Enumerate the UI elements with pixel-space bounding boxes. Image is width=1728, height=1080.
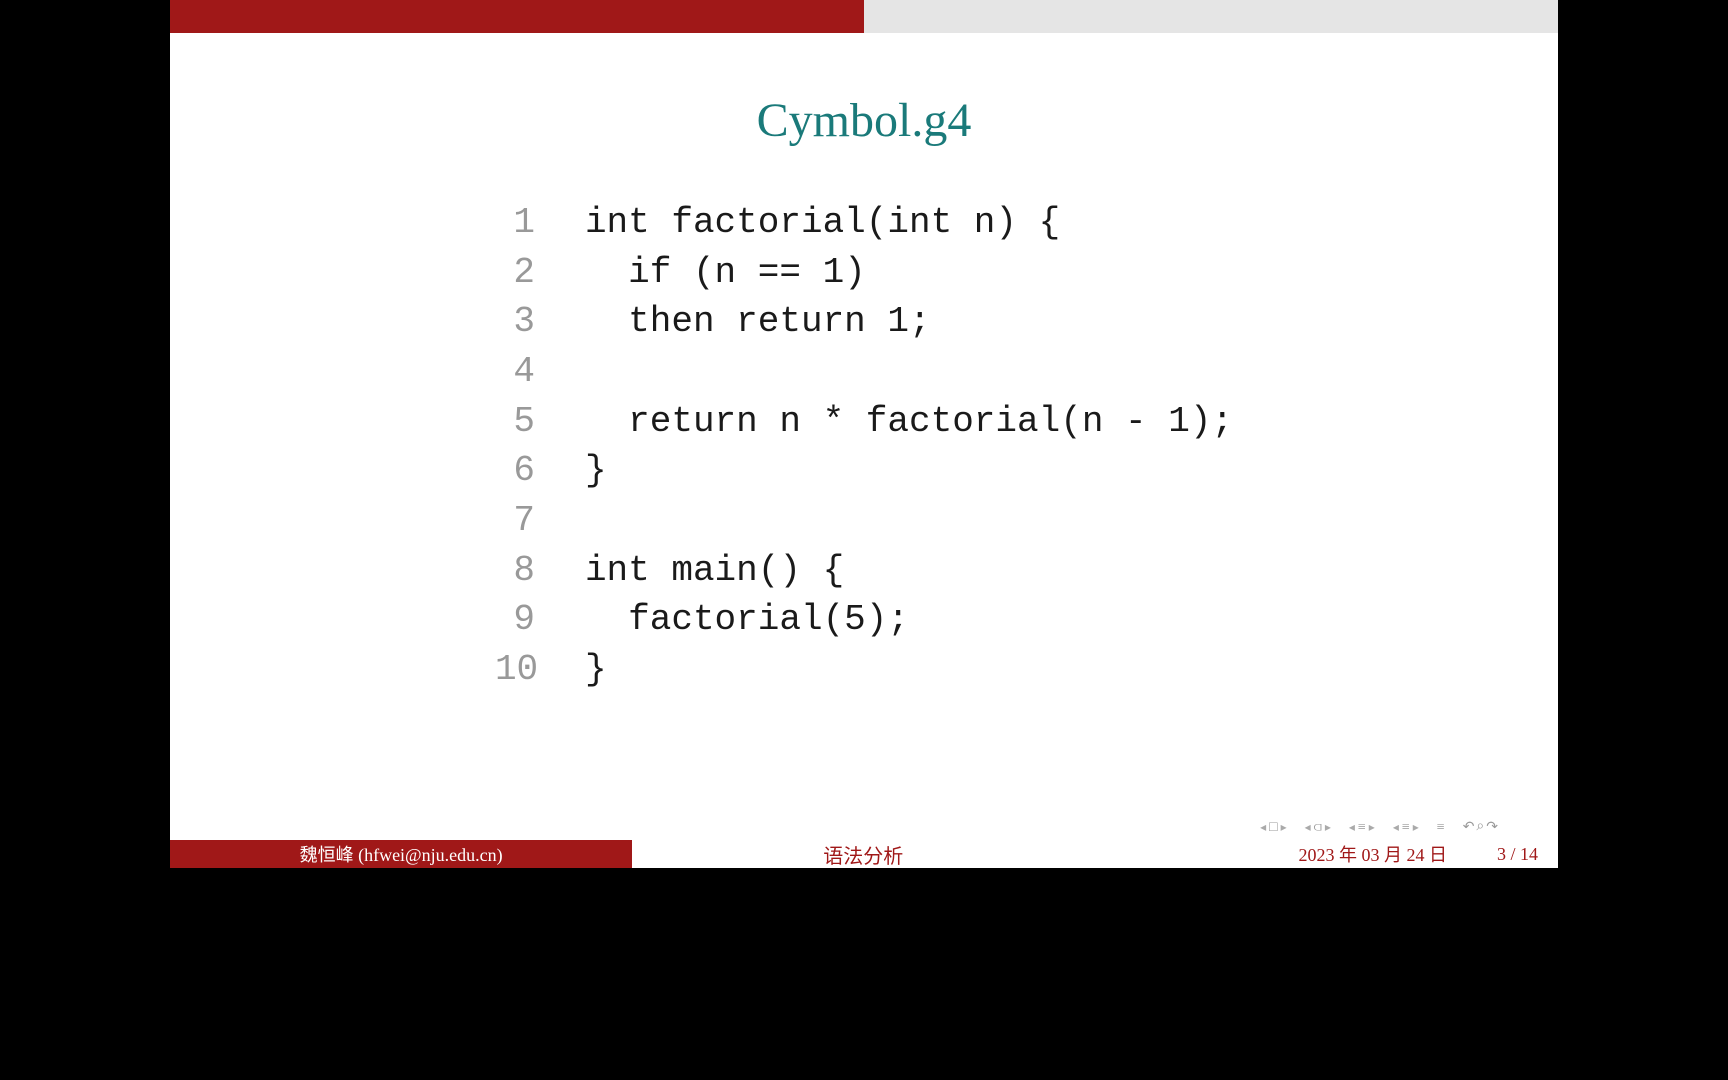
chevron-left-icon: ◂ xyxy=(1260,820,1266,835)
line-content: if (n == 1) xyxy=(585,248,866,298)
section-icon: ≡ xyxy=(1358,820,1366,836)
redo-icon: ↷ xyxy=(1486,819,1498,836)
line-content: int factorial(int n) { xyxy=(585,198,1060,248)
frame-icon: □ xyxy=(1269,820,1277,836)
chevron-left-icon: ◂ xyxy=(1393,820,1399,835)
chevron-right-icon: ▸ xyxy=(1369,820,1375,835)
line-number: 9 xyxy=(495,595,585,645)
line-content: factorial(5); xyxy=(585,595,909,645)
code-line: 2 if (n == 1) xyxy=(495,248,1233,298)
line-content: } xyxy=(585,645,607,695)
footer-bar: 魏恒峰 (hfwei@nju.edu.cn) 语法分析 2023 年 03 月 … xyxy=(170,840,1558,868)
top-progress-bar xyxy=(170,0,1558,33)
line-number: 10 xyxy=(495,645,585,695)
chevron-right-icon: ▸ xyxy=(1325,820,1331,835)
chevron-left-icon: ◂ xyxy=(1305,820,1311,835)
code-line: 1int factorial(int n) { xyxy=(495,198,1233,248)
chevron-left-icon: ◂ xyxy=(1349,820,1355,835)
nav-section-next-group[interactable]: ◂ ≡ ▸ xyxy=(1393,820,1419,836)
progress-remaining xyxy=(864,0,1558,33)
nav-subsection-group[interactable]: ◂ ⫏ ▸ xyxy=(1305,820,1331,836)
chevron-right-icon: ▸ xyxy=(1413,820,1419,835)
line-content: return n * factorial(n - 1); xyxy=(585,397,1233,447)
footer-page: 3 / 14 xyxy=(1497,844,1538,865)
subsection-icon: ⫏ xyxy=(1314,820,1322,836)
nav-section-prev-group[interactable]: ◂ ≡ ▸ xyxy=(1349,820,1375,836)
code-line: 4 xyxy=(495,347,1233,397)
presentation-icon[interactable]: ≡ xyxy=(1437,820,1445,836)
footer-title: 语法分析 xyxy=(632,840,1094,868)
code-line: 8int main() { xyxy=(495,546,1233,596)
nav-undo-redo[interactable]: ↶ ⌕ ↷ xyxy=(1463,819,1498,836)
footer-date: 2023 年 03 月 24 日 xyxy=(1298,841,1447,867)
undo-icon: ↶ xyxy=(1463,819,1475,836)
slide-content: Cymbol.g4 1int factorial(int n) { 2 if (… xyxy=(170,33,1558,695)
code-listing: 1int factorial(int n) { 2 if (n == 1) 3 … xyxy=(495,198,1233,695)
nav-frame-group[interactable]: ◂ □ ▸ xyxy=(1260,820,1287,836)
code-line: 6} xyxy=(495,446,1233,496)
code-line: 10} xyxy=(495,645,1233,695)
line-content: then return 1; xyxy=(585,297,931,347)
line-number: 6 xyxy=(495,446,585,496)
line-number: 3 xyxy=(495,297,585,347)
code-line: 3 then return 1; xyxy=(495,297,1233,347)
line-number: 1 xyxy=(495,198,585,248)
line-number: 4 xyxy=(495,347,585,397)
beamer-nav: ◂ □ ▸ ◂ ⫏ ▸ ◂ ≡ ▸ ◂ ≡ ▸ ≡ ↶ ⌕ ↷ xyxy=(1260,819,1498,836)
code-line: 7 xyxy=(495,496,1233,546)
section-icon: ≡ xyxy=(1402,820,1410,836)
code-line: 9 factorial(5); xyxy=(495,595,1233,645)
code-line: 5 return n * factorial(n - 1); xyxy=(495,397,1233,447)
line-number: 5 xyxy=(495,397,585,447)
line-number: 2 xyxy=(495,248,585,298)
line-content: } xyxy=(585,446,607,496)
search-icon: ⌕ xyxy=(1476,819,1484,836)
footer-right: 2023 年 03 月 24 日 3 / 14 xyxy=(1094,840,1558,868)
line-number: 7 xyxy=(495,496,585,546)
line-content: int main() { xyxy=(585,546,844,596)
chevron-right-icon: ▸ xyxy=(1281,820,1287,835)
slide: Cymbol.g4 1int factorial(int n) { 2 if (… xyxy=(170,0,1558,868)
footer-author: 魏恒峰 (hfwei@nju.edu.cn) xyxy=(170,840,632,868)
slide-title: Cymbol.g4 xyxy=(250,93,1478,148)
progress-done xyxy=(170,0,864,33)
line-number: 8 xyxy=(495,546,585,596)
